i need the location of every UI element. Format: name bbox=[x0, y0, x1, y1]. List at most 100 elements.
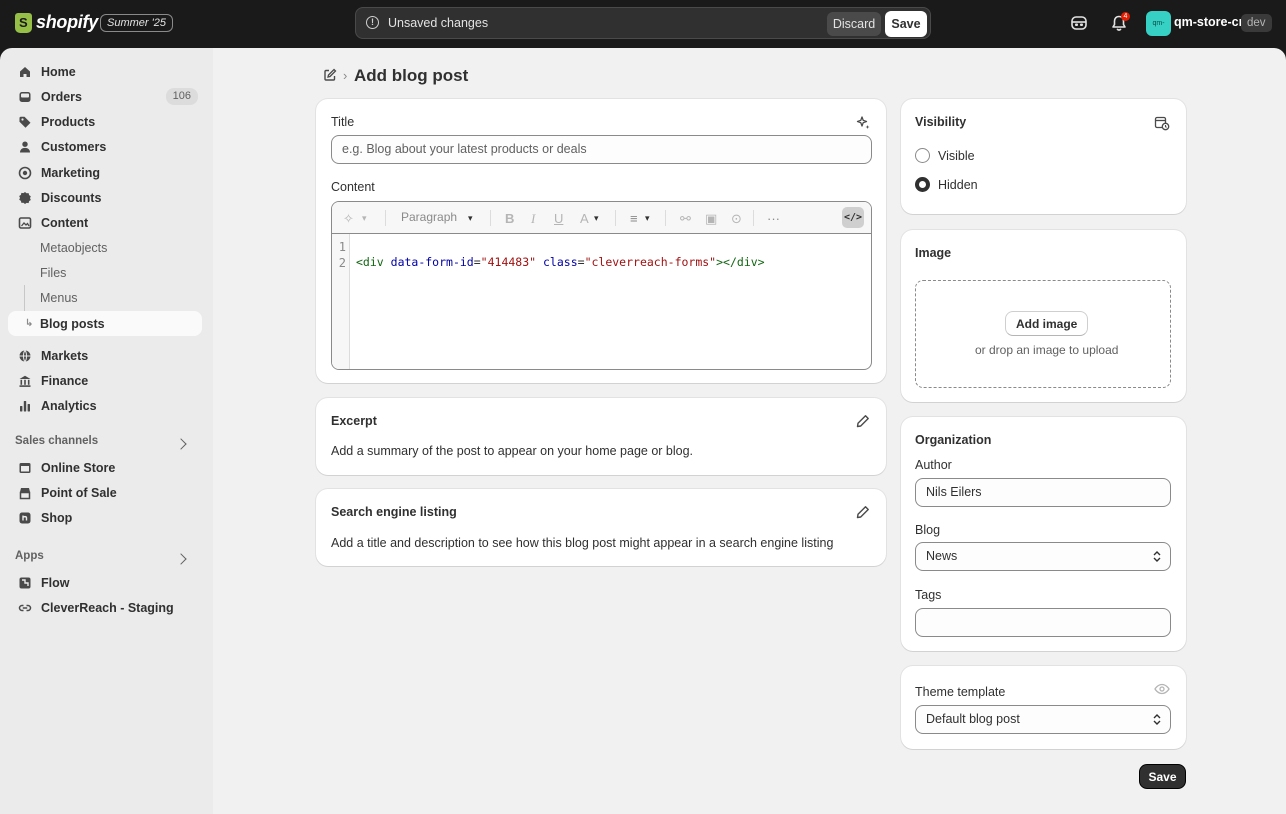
sidebar-item-label: Blog posts bbox=[40, 316, 105, 331]
sidebar-item-content[interactable]: Content bbox=[8, 210, 202, 235]
sidebar-item-online-store[interactable]: Online Store bbox=[8, 455, 202, 480]
eye-icon[interactable] bbox=[1154, 682, 1170, 696]
image-icon[interactable]: ▣ bbox=[705, 211, 717, 227]
radio-hidden[interactable] bbox=[915, 177, 930, 192]
code-equals: = bbox=[473, 255, 481, 269]
sidebar-item-point-of-sale[interactable]: Point of Sale bbox=[8, 480, 202, 505]
excerpt-card: Excerpt Add a summary of the post to app… bbox=[316, 398, 886, 475]
organization-card: Organization Author Nils Eilers Blog New… bbox=[901, 417, 1186, 651]
radio-hidden-label[interactable]: Hidden bbox=[938, 178, 978, 192]
discard-button[interactable]: Discard bbox=[827, 12, 881, 36]
code-attribute: data-form-id bbox=[390, 255, 474, 269]
chevron-right-icon[interactable] bbox=[175, 438, 187, 450]
sidebar: Home Orders 106 Products Customers Marke… bbox=[0, 48, 213, 814]
sidebar-item-orders[interactable]: Orders 106 bbox=[8, 84, 202, 109]
radio-visible-label[interactable]: Visible bbox=[938, 149, 975, 163]
chevron-down-icon[interactable]: ▾ bbox=[594, 213, 599, 224]
editor-toolbar: ✧ ▾ Paragraph ▾ B I U A ▾ ≡ ▾ ⚯ ▣ ⊙ ··· bbox=[332, 202, 871, 234]
sidebar-item-products[interactable]: Products bbox=[8, 109, 202, 134]
magic-sparkle-icon[interactable] bbox=[855, 115, 871, 131]
image-dropzone[interactable]: Add image or drop an image to upload bbox=[915, 280, 1171, 388]
excerpt-heading: Excerpt bbox=[331, 414, 377, 428]
link-icon[interactable]: ⚯ bbox=[680, 211, 691, 227]
apps-heading[interactable]: Apps bbox=[15, 550, 44, 562]
toolbar-divider bbox=[615, 210, 616, 226]
sidebar-item-label: Marketing bbox=[41, 165, 101, 180]
sidebar-item-blog-posts[interactable]: ↳ Blog posts bbox=[8, 311, 202, 336]
chevron-down-icon[interactable]: ▾ bbox=[362, 213, 367, 224]
sidebar-item-label: CleverReach - Staging bbox=[41, 600, 174, 615]
store-name[interactable]: qm-store-cr bbox=[1174, 15, 1243, 29]
chevron-down-icon[interactable]: ▾ bbox=[645, 213, 650, 224]
blog-select[interactable]: News bbox=[915, 542, 1171, 571]
sales-channels-heading[interactable]: Sales channels bbox=[15, 435, 98, 447]
sidebar-item-files[interactable]: Files bbox=[8, 260, 202, 285]
sidebar-item-customers[interactable]: Customers bbox=[8, 134, 202, 159]
orders-count-badge: 106 bbox=[165, 88, 198, 105]
sidebar-item-metaobjects[interactable]: Metaobjects bbox=[8, 235, 202, 260]
code-view-icon[interactable]: </> bbox=[842, 207, 864, 228]
sidebar-item-label: Home bbox=[41, 64, 76, 79]
image-heading: Image bbox=[915, 246, 952, 260]
title-input[interactable]: e.g. Blog about your latest products or … bbox=[331, 135, 872, 164]
bold-icon[interactable]: B bbox=[505, 211, 514, 226]
add-image-button[interactable]: Add image bbox=[1005, 311, 1089, 336]
pencil-icon[interactable] bbox=[856, 505, 870, 519]
paragraph-format-select[interactable]: Paragraph bbox=[401, 210, 457, 224]
theme-template-value: Default blog post bbox=[926, 712, 1020, 726]
line-number: 1 bbox=[338, 240, 346, 254]
top-bar: shopify Summer '25 ! Unsaved changes Dis… bbox=[0, 0, 1286, 48]
video-icon[interactable]: ⊙ bbox=[731, 211, 742, 227]
blog-edit-icon[interactable] bbox=[323, 68, 337, 82]
save-button-bottom[interactable]: Save bbox=[1139, 764, 1186, 789]
sidebar-item-marketing[interactable]: Marketing bbox=[8, 160, 202, 185]
seo-heading: Search engine listing bbox=[331, 505, 457, 519]
inbox-icon bbox=[19, 91, 31, 102]
author-label: Author bbox=[915, 458, 952, 472]
theme-template-select[interactable]: Default blog post bbox=[915, 705, 1171, 734]
sidebar-item-cleverreach[interactable]: CleverReach - Staging bbox=[8, 595, 202, 620]
sidebar-item-analytics[interactable]: Analytics bbox=[8, 393, 202, 418]
code-line[interactable]: <div data-form-id="414483" class="clever… bbox=[356, 255, 765, 269]
code-string: "414483" bbox=[480, 255, 537, 269]
theme-template-card: Theme template Default blog post bbox=[901, 666, 1186, 749]
save-button-top[interactable]: Save bbox=[885, 11, 927, 37]
chevron-right-icon[interactable] bbox=[175, 553, 187, 565]
post-content-card: Title e.g. Blog about your latest produc… bbox=[316, 99, 886, 383]
code-string: "cleverreach-forms" bbox=[584, 255, 717, 269]
ai-sparkle-icon[interactable]: ✧ bbox=[343, 211, 354, 227]
sidekick-icon[interactable] bbox=[1070, 14, 1088, 32]
theme-template-label: Theme template bbox=[915, 685, 1006, 699]
title-label: Title bbox=[331, 115, 355, 129]
text-color-icon[interactable]: A bbox=[580, 211, 589, 226]
blog-select-value: News bbox=[926, 549, 958, 563]
sidebar-item-flow[interactable]: Flow bbox=[8, 570, 202, 595]
shop-icon bbox=[19, 512, 31, 523]
more-icon[interactable]: ··· bbox=[767, 211, 780, 226]
sidebar-item-label: Analytics bbox=[41, 398, 97, 413]
author-input[interactable]: Nils Eilers bbox=[915, 478, 1171, 507]
sidebar-item-finance[interactable]: Finance bbox=[8, 368, 202, 393]
radio-visible[interactable] bbox=[915, 148, 930, 163]
align-icon[interactable]: ≡ bbox=[630, 211, 638, 226]
shopify-logo[interactable]: shopify bbox=[15, 12, 98, 33]
sidebar-item-label: Orders bbox=[41, 89, 82, 104]
select-arrows-icon bbox=[1153, 714, 1161, 725]
chart-icon bbox=[20, 400, 30, 411]
italic-icon[interactable]: I bbox=[531, 211, 535, 227]
calendar-clock-icon[interactable] bbox=[1154, 115, 1170, 131]
tags-input[interactable] bbox=[915, 608, 1171, 637]
sidebar-item-label: Menus bbox=[40, 290, 78, 305]
sidebar-item-discounts[interactable]: Discounts bbox=[8, 185, 202, 210]
underline-icon[interactable]: U bbox=[554, 211, 563, 226]
sidebar-item-home[interactable]: Home bbox=[8, 59, 202, 84]
sidebar-item-label: Discounts bbox=[41, 190, 102, 205]
sidebar-item-markets[interactable]: Markets bbox=[8, 343, 202, 368]
chevron-down-icon[interactable]: ▾ bbox=[468, 213, 473, 224]
content-label: Content bbox=[331, 180, 375, 194]
store-avatar[interactable]: qm- bbox=[1146, 11, 1171, 36]
pencil-icon[interactable] bbox=[856, 414, 870, 428]
sidebar-item-menus[interactable]: Menus bbox=[8, 285, 202, 310]
edition-badge[interactable]: Summer '25 bbox=[100, 14, 173, 32]
sidebar-item-shop[interactable]: Shop bbox=[8, 505, 202, 530]
